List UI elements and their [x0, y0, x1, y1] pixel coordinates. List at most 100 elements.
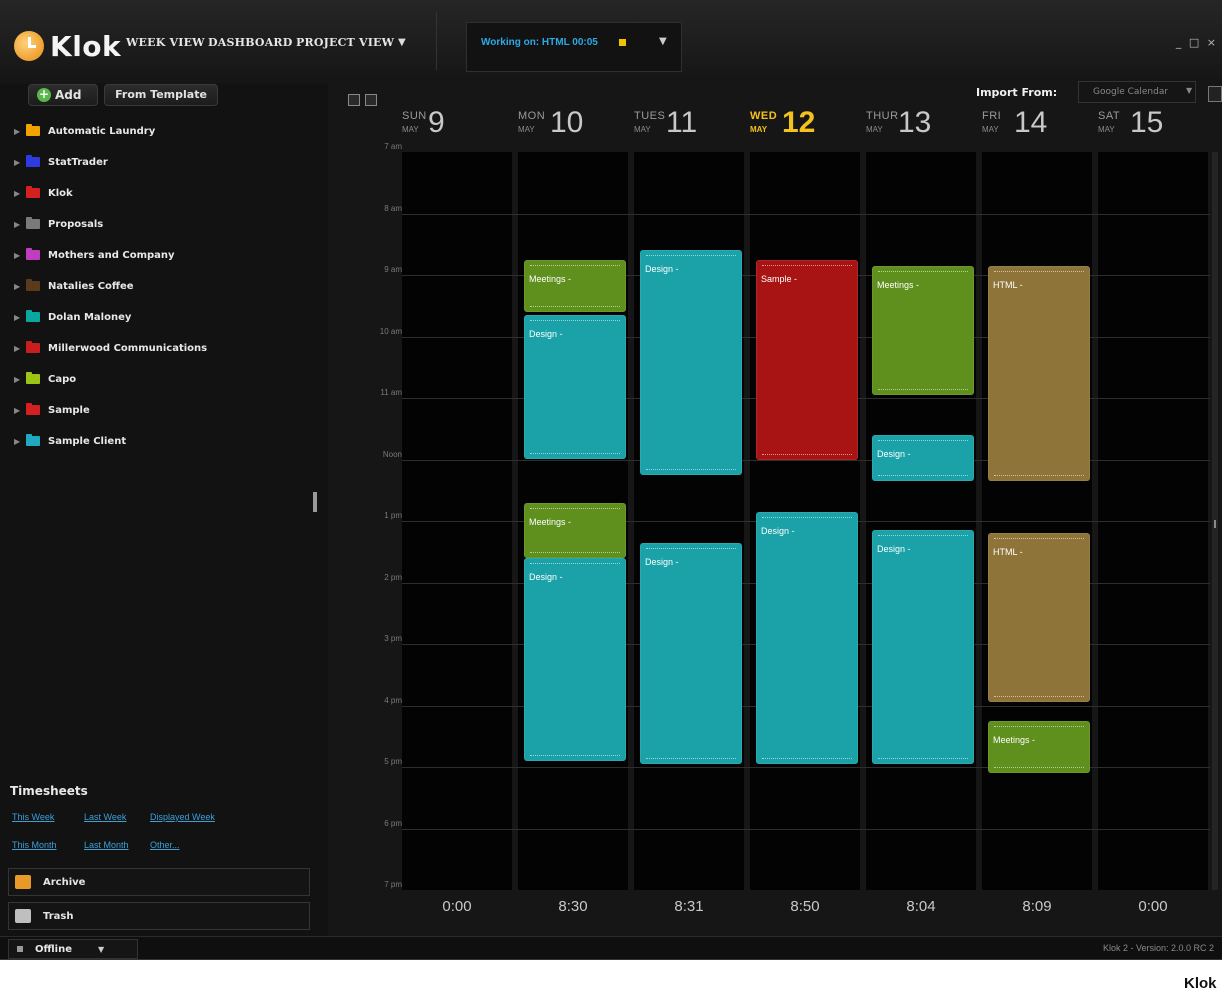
- timesheet-link-displayed-week[interactable]: Displayed Week: [150, 812, 215, 822]
- expand-arrow-icon[interactable]: ▶: [14, 127, 24, 136]
- nav-dashboard[interactable]: DASHBOARD: [208, 36, 293, 49]
- hour-label: 9 am: [384, 265, 402, 274]
- day-name: SAT: [1098, 110, 1121, 122]
- day-number: 12: [782, 106, 816, 139]
- project-label: Automatic Laundry: [48, 125, 156, 137]
- event-block-meetings[interactable]: Meetings -: [988, 720, 1090, 774]
- day-number: 13: [898, 106, 932, 139]
- event-block-design[interactable]: Design -: [640, 250, 742, 475]
- expand-arrow-icon[interactable]: ▶: [14, 251, 24, 260]
- folder-icon: [26, 155, 40, 167]
- expand-arrow-icon[interactable]: ▶: [14, 189, 24, 198]
- project-item[interactable]: ▶ StatTrader: [14, 153, 108, 171]
- day-header[interactable]: MON MAY 10: [518, 104, 628, 148]
- chevron-down-icon: ▼: [98, 944, 105, 954]
- day-header[interactable]: TUES MAY 11: [634, 104, 744, 148]
- day-header[interactable]: WED MAY 12: [750, 104, 860, 148]
- day-header[interactable]: SAT MAY 15: [1098, 104, 1208, 148]
- archive-button[interactable]: Archive: [8, 868, 310, 896]
- offline-label: Offline: [35, 943, 72, 955]
- sidebar-resize-handle[interactable]: [313, 492, 317, 512]
- collapse-panel-icon[interactable]: [1208, 86, 1222, 102]
- day-number: 10: [550, 106, 584, 139]
- timesheets-title: Timesheets: [10, 784, 88, 798]
- event-label: Design -: [877, 544, 911, 555]
- project-item[interactable]: ▶ Sample: [14, 401, 90, 419]
- project-item[interactable]: ▶ Klok: [14, 184, 73, 202]
- offline-status-dropdown[interactable]: Offline ▼: [8, 939, 138, 959]
- event-block-design[interactable]: Design -: [872, 434, 974, 482]
- project-item[interactable]: ▶ Capo: [14, 370, 76, 388]
- version-label: Klok 2 - Version: 2.0.0 RC 2: [1102, 943, 1214, 953]
- project-item[interactable]: ▶ Proposals: [14, 215, 103, 233]
- event-block-sample[interactable]: Sample -: [756, 259, 858, 460]
- scroll-thumb[interactable]: [1214, 520, 1216, 528]
- day-number: 9: [428, 106, 445, 139]
- chevron-down-icon[interactable]: ▼: [659, 36, 667, 47]
- hour-label: 2 pm: [384, 572, 402, 582]
- archive-label: Archive: [43, 876, 86, 888]
- week-grid[interactable]: Meetings - Design - Meetings - Design - Desi…: [402, 152, 1210, 890]
- timesheet-link-this-week[interactable]: This Week: [12, 812, 54, 822]
- project-label: Klok: [48, 187, 73, 199]
- project-item[interactable]: ▶ Sample Client: [14, 432, 126, 450]
- expand-arrow-icon[interactable]: ▶: [14, 437, 24, 446]
- expand-arrow-icon[interactable]: ▶: [14, 158, 24, 167]
- day-total: 8:30: [558, 898, 588, 915]
- expand-arrow-icon[interactable]: ▶: [14, 344, 24, 353]
- hour-label: 7 am: [384, 142, 402, 151]
- clock-icon: [14, 31, 44, 61]
- goto-today-icon[interactable]: [365, 94, 377, 106]
- project-label: Capo: [48, 373, 77, 385]
- event-block-meetings[interactable]: Meetings -: [524, 259, 626, 312]
- event-block-design[interactable]: Design -: [524, 314, 626, 460]
- project-item[interactable]: ▶ Dolan Maloney: [14, 308, 131, 326]
- working-on-timer[interactable]: Working on: HTML 00:05 ▼: [466, 22, 682, 72]
- event-block-design[interactable]: Design -: [524, 557, 626, 761]
- event-block-meetings[interactable]: Meetings -: [524, 502, 626, 558]
- project-item[interactable]: ▶ Automatic Laundry: [14, 122, 155, 140]
- timesheet-link-this-month[interactable]: This Month: [12, 840, 57, 850]
- expand-arrow-icon[interactable]: ▶: [14, 406, 24, 415]
- event-block-design[interactable]: Design -: [872, 530, 974, 764]
- timesheet-link-last-month[interactable]: Last Month: [84, 840, 129, 850]
- day-header[interactable]: SUN MAY 9: [402, 104, 512, 148]
- expand-arrow-icon[interactable]: ▶: [14, 220, 24, 229]
- from-template-button[interactable]: From Template: [104, 84, 218, 106]
- trash-button[interactable]: Trash: [8, 902, 310, 930]
- event-block-html[interactable]: HTML -: [988, 533, 1090, 703]
- day-name: THUR: [866, 110, 899, 122]
- stop-icon[interactable]: [619, 39, 626, 46]
- hour-label: 8 am: [384, 203, 402, 213]
- folder-icon: [26, 403, 40, 415]
- nav-more-chevron-down-icon[interactable]: ▼: [398, 37, 406, 48]
- project-item[interactable]: ▶ Natalies Coffee: [14, 277, 134, 295]
- top-bar: Klok WEEK VIEW DASHBOARD PROJECT VIEW ▼ …: [0, 0, 1222, 84]
- project-item[interactable]: ▶ Millerwood Communications: [14, 339, 207, 357]
- project-label: Sample Client: [48, 435, 127, 447]
- window-controls[interactable]: _ □ ×: [1176, 36, 1218, 49]
- day-number: 15: [1130, 106, 1164, 139]
- project-item[interactable]: ▶ Mothers and Company: [14, 246, 175, 264]
- expand-arrow-icon[interactable]: ▶: [14, 313, 24, 322]
- hour-label: 4 pm: [384, 695, 402, 705]
- expand-arrow-icon[interactable]: ▶: [14, 282, 24, 291]
- nav-week-view[interactable]: WEEK VIEW: [126, 36, 205, 49]
- import-from-label: Import From:: [976, 86, 1058, 99]
- folder-icon: [26, 248, 40, 260]
- calendar-icon[interactable]: [348, 94, 360, 106]
- event-label: Design -: [645, 556, 679, 567]
- event-block-design[interactable]: Design -: [640, 542, 742, 764]
- nav-project-view[interactable]: PROJECT VIEW: [296, 36, 394, 49]
- add-button[interactable]: + Add: [28, 84, 98, 106]
- expand-arrow-icon[interactable]: ▶: [14, 375, 24, 384]
- event-block-meetings[interactable]: Meetings -: [872, 265, 974, 395]
- folder-icon: [26, 434, 40, 446]
- timesheet-link-other[interactable]: Other...: [150, 840, 180, 850]
- timesheet-link-last-week[interactable]: Last Week: [84, 812, 126, 822]
- event-block-html[interactable]: HTML -: [988, 265, 1090, 482]
- day-header[interactable]: FRI MAY 14: [982, 104, 1092, 148]
- event-block-design[interactable]: Design -: [756, 511, 858, 764]
- day-header[interactable]: THUR MAY 13: [866, 104, 976, 148]
- import-source-select[interactable]: Google Calendar: [1078, 81, 1196, 103]
